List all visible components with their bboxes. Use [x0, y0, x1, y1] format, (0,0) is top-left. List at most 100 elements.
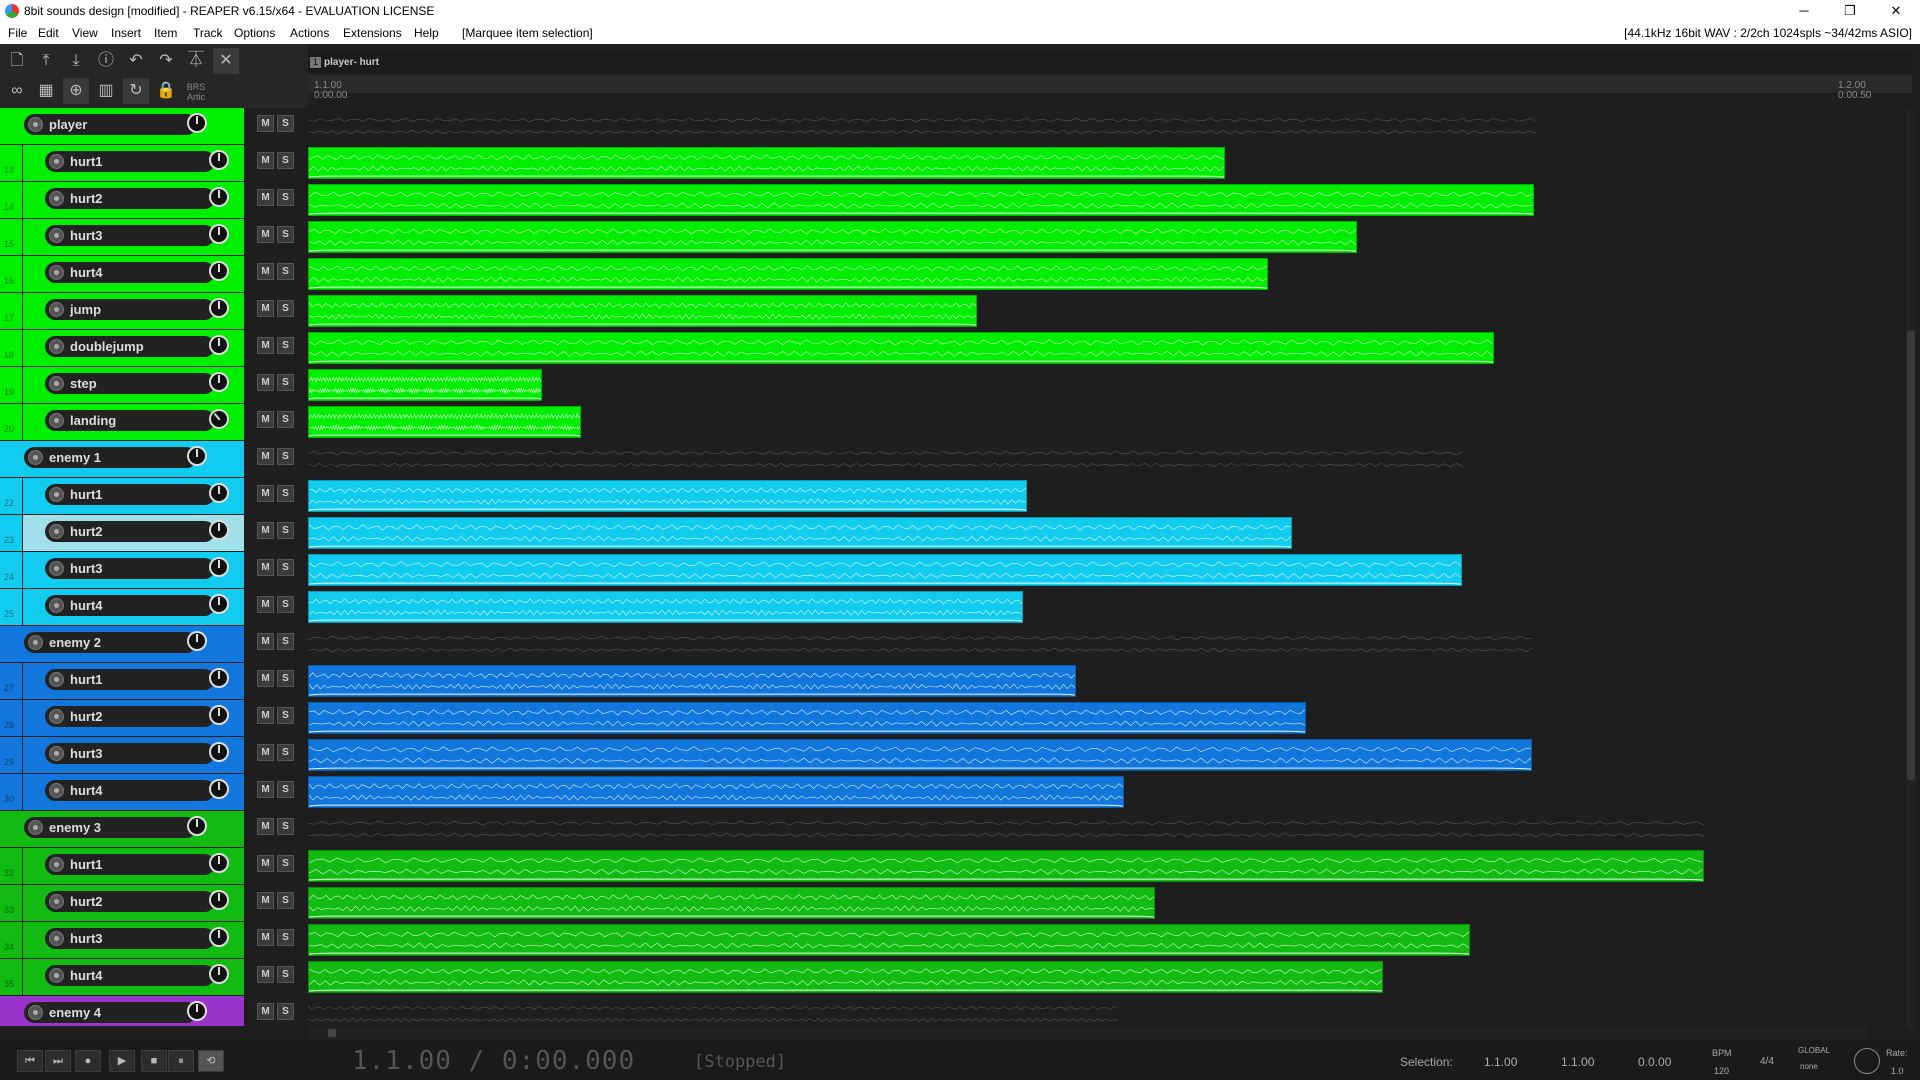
track-panel[interactable]: jump [23, 293, 244, 329]
mute-button[interactable]: M [257, 855, 274, 872]
media-item[interactable] [308, 739, 1532, 771]
menu-item[interactable]: Item [154, 26, 177, 40]
solo-button[interactable]: S [277, 189, 294, 206]
track-row[interactable]: 12playerMS [0, 108, 308, 145]
track-name-field[interactable]: enemy 3 [24, 817, 197, 838]
track-panel[interactable]: hurt2 [23, 182, 244, 218]
track-name-field[interactable]: hurt2 [45, 706, 215, 727]
volume-knob[interactable] [209, 964, 229, 984]
volume-knob[interactable] [187, 113, 207, 133]
volume-knob[interactable] [209, 890, 229, 910]
mute-button[interactable]: M [257, 374, 274, 391]
track-name-field[interactable]: hurt2 [45, 188, 215, 209]
menu-view[interactable]: View [72, 26, 98, 40]
track-panel[interactable]: hurt4 [23, 256, 244, 292]
track-name-field[interactable]: hurt3 [45, 558, 215, 579]
track-name-field[interactable]: enemy 1 [24, 447, 197, 468]
record-arm-icon[interactable] [49, 968, 64, 983]
save-project-icon[interactable]: ⤓ [63, 48, 89, 74]
mute-button[interactable]: M [257, 522, 274, 539]
mute-button[interactable]: M [257, 152, 274, 169]
solo-button[interactable]: S [277, 226, 294, 243]
track-panel[interactable]: enemy 2 [4, 626, 244, 662]
track-panel[interactable]: hurt3 [23, 219, 244, 255]
redo-icon[interactable]: ↷ [153, 48, 179, 74]
volume-knob[interactable] [209, 298, 229, 318]
record-arm-icon[interactable] [49, 709, 64, 724]
record-arm-icon[interactable] [28, 635, 43, 650]
mute-button[interactable]: M [257, 596, 274, 613]
volume-knob[interactable] [209, 372, 229, 392]
audio-device-status[interactable]: [44.1kHz 16bit WAV : 2/2ch 1024spls ~34/… [1624, 26, 1912, 40]
track-row[interactable]: 34 hurt3 M S [0, 922, 308, 959]
volume-knob[interactable] [187, 1001, 207, 1021]
folder-waveform-preview[interactable] [308, 813, 1704, 845]
media-item[interactable] [308, 850, 1704, 882]
arrange-view[interactable] [308, 108, 1912, 1026]
solo-button[interactable]: S [277, 300, 294, 317]
volume-knob[interactable] [209, 261, 229, 281]
track-row[interactable]: 13 hurt1 M S [0, 145, 308, 182]
volume-knob[interactable] [209, 224, 229, 244]
track-name-field[interactable]: hurt4 [45, 780, 215, 801]
solo-button[interactable]: S [277, 744, 294, 761]
menu-insert[interactable]: Insert [111, 26, 141, 40]
minimize-button[interactable]: ─ [1784, 2, 1824, 20]
record-arm-icon[interactable] [28, 820, 43, 835]
solo-button[interactable]: S [277, 929, 294, 946]
restore-button[interactable]: ❐ [1830, 2, 1870, 20]
track-panel[interactable]: enemy 4 [4, 996, 244, 1026]
record-arm-icon[interactable] [49, 783, 64, 798]
volume-knob[interactable] [209, 520, 229, 540]
mute-button[interactable]: M [257, 189, 274, 206]
solo-button[interactable]: S [277, 1003, 294, 1020]
mute-button[interactable]: M [257, 559, 274, 576]
track-name-field[interactable]: hurt2 [45, 891, 215, 912]
track-panel[interactable]: enemy 1 [4, 441, 244, 477]
solo-button[interactable]: S [277, 522, 294, 539]
track-row[interactable]: 31enemy 3MS [0, 811, 308, 848]
track-panel[interactable]: player [4, 108, 244, 144]
media-item[interactable] [308, 295, 977, 327]
solo-button[interactable]: S [277, 818, 294, 835]
solo-button[interactable]: S [277, 263, 294, 280]
record-arm-icon[interactable] [49, 598, 64, 613]
record-arm-icon[interactable] [49, 228, 64, 243]
track-name-field[interactable]: player [24, 114, 197, 135]
track-name-field[interactable]: hurt1 [45, 669, 215, 690]
solo-button[interactable]: S [277, 485, 294, 502]
volume-knob[interactable] [209, 150, 229, 170]
media-item[interactable] [308, 332, 1494, 364]
media-item[interactable] [308, 702, 1306, 734]
record-arm-icon[interactable] [49, 672, 64, 687]
rate-value[interactable]: 1.0 [1891, 1066, 1904, 1076]
track-panel[interactable]: hurt3 [23, 922, 244, 958]
mute-button[interactable]: M [257, 115, 274, 132]
track-row[interactable]: 29 hurt3 M S [0, 737, 308, 774]
track-row[interactable]: 15 hurt3 M S [0, 219, 308, 256]
media-item[interactable] [308, 554, 1462, 586]
play-button[interactable]: ▶ [109, 1050, 135, 1072]
solo-button[interactable]: S [277, 781, 294, 798]
grid-lines-icon[interactable]: ▥ [93, 78, 119, 104]
auto-crossfade-icon[interactable]: ✕ [213, 48, 239, 74]
mute-button[interactable]: M [257, 411, 274, 428]
track-name-field[interactable]: hurt3 [45, 743, 215, 764]
record-arm-icon[interactable] [49, 154, 64, 169]
mute-button[interactable]: M [257, 633, 274, 650]
track-row[interactable]: 23 hurt2 M S [0, 515, 308, 552]
track-panel[interactable]: hurt4 [23, 959, 244, 995]
track-name-field[interactable]: hurt1 [45, 854, 215, 875]
repeat-button[interactable]: ⟲ [198, 1050, 224, 1072]
track-row[interactable]: 35 hurt4 M S [0, 959, 308, 996]
volume-knob[interactable] [209, 335, 229, 355]
track-panel[interactable]: hurt1 [23, 478, 244, 514]
lock-icon[interactable]: 🔒 [153, 78, 179, 104]
track-panel[interactable]: hurt1 [23, 663, 244, 699]
folder-waveform-preview[interactable] [308, 628, 1532, 660]
volume-knob[interactable] [187, 816, 207, 836]
undo-icon[interactable]: ↶ [123, 48, 149, 74]
record-arm-icon[interactable] [49, 524, 64, 539]
global-automation-value[interactable]: none [1800, 1062, 1818, 1071]
record-arm-icon[interactable] [49, 376, 64, 391]
